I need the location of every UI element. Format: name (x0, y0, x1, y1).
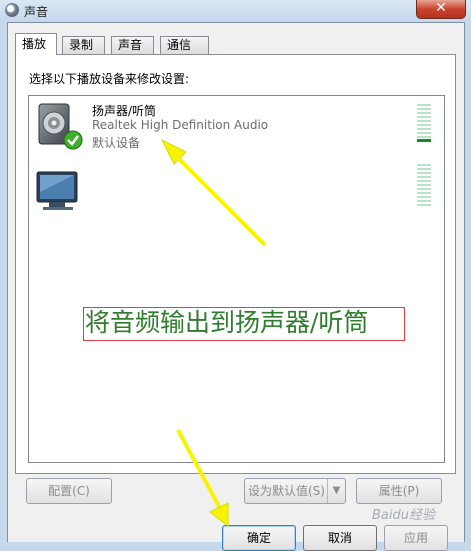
watermark: Baidu经验 (372, 508, 435, 523)
arrow-to-device (160, 138, 267, 247)
arrow-to-ok-button (176, 429, 229, 528)
tab-playback[interactable]: 播放 (15, 33, 57, 55)
annotation-arrows (160, 138, 267, 528)
